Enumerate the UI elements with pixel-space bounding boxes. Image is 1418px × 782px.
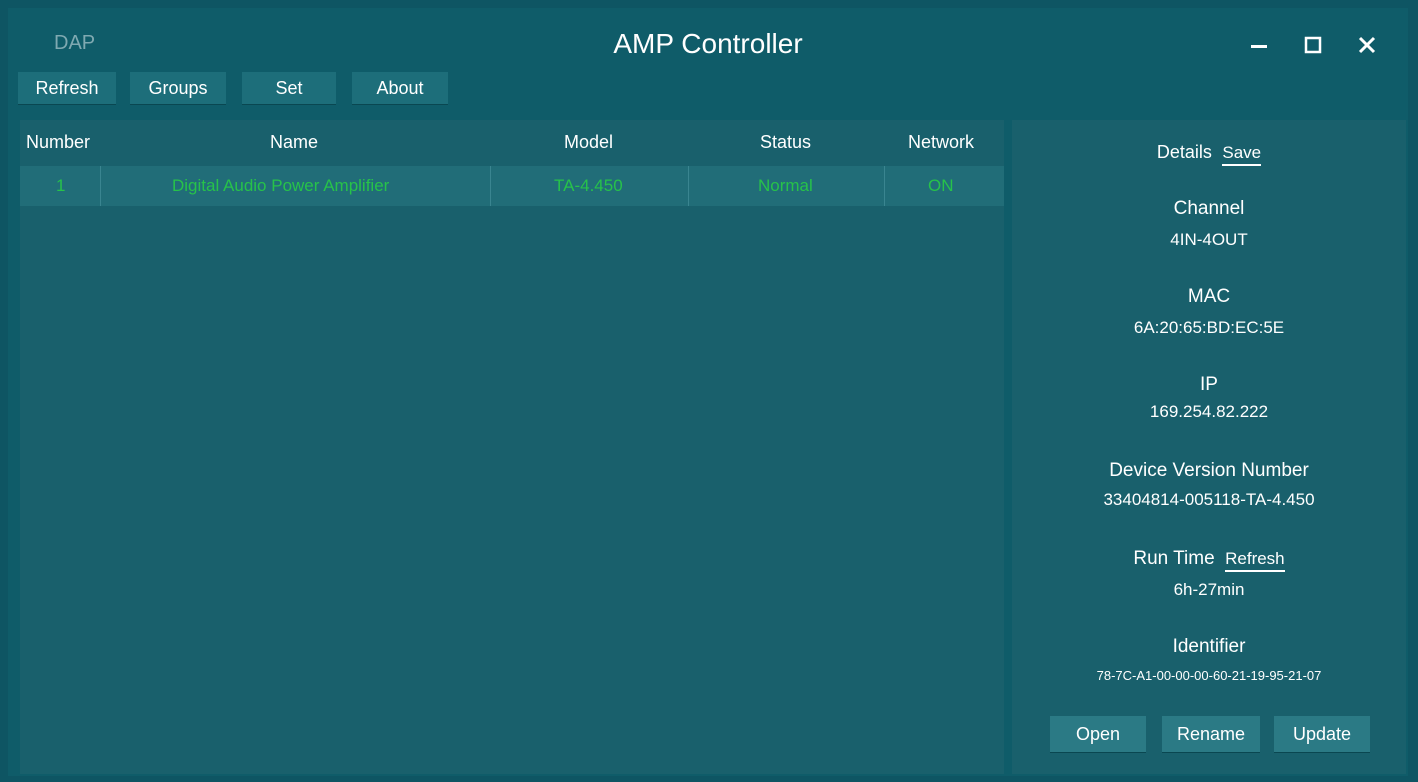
refresh-button[interactable]: Refresh	[18, 72, 116, 104]
details-panel: Details Save Channel 4IN-4OUT MAC 6A:20:…	[1012, 120, 1406, 774]
runtime-refresh-button[interactable]: Refresh	[1225, 549, 1285, 572]
version-value: 33404814-005118-TA-4.450	[1103, 490, 1315, 509]
ip-label: IP	[1200, 374, 1218, 395]
runtime-header: Run Time Refresh	[1012, 548, 1406, 572]
save-button[interactable]: Save	[1222, 143, 1262, 166]
cell-name: Digital Audio Power Amplifier	[172, 176, 390, 195]
window-title: AMP Controller	[613, 28, 803, 59]
maximize-icon	[1304, 36, 1322, 54]
column-divider	[490, 166, 491, 206]
runtime-value: 6h-27min	[1173, 580, 1245, 599]
channel-value: 4IN-4OUT	[1170, 230, 1248, 249]
column-divider	[100, 166, 101, 206]
version-label: Device Version Number	[1109, 460, 1309, 481]
toolbar: Refresh Groups Set About	[18, 72, 448, 104]
details-title: Details	[1156, 142, 1212, 162]
column-header-network[interactable]: Network	[908, 132, 974, 153]
identifier-value: 78-7C-A1-00-00-00-60-21-19-95-21-07	[1096, 668, 1322, 683]
close-button[interactable]	[1352, 28, 1382, 62]
column-divider	[884, 166, 885, 206]
rename-button[interactable]: Rename	[1162, 716, 1260, 752]
device-table: Number Name Model Status Network 1 Digit…	[20, 120, 1004, 774]
minimize-icon	[1251, 45, 1267, 48]
set-button[interactable]: Set	[242, 72, 336, 104]
open-button[interactable]: Open	[1050, 716, 1146, 752]
column-divider	[688, 166, 689, 206]
details-header: Details Save	[1012, 142, 1406, 166]
column-header-model[interactable]: Model	[564, 132, 613, 153]
column-header-name[interactable]: Name	[270, 132, 318, 153]
cell-number: 1	[56, 176, 66, 195]
channel-label: Channel	[1173, 198, 1245, 219]
update-button[interactable]: Update	[1274, 716, 1370, 752]
column-header-status[interactable]: Status	[760, 132, 811, 153]
maximize-button[interactable]	[1298, 28, 1328, 62]
column-header-number[interactable]: Number	[26, 132, 90, 153]
groups-button[interactable]: Groups	[130, 72, 226, 104]
runtime-label: Run Time	[1133, 548, 1215, 569]
window-controls	[1244, 28, 1382, 62]
about-button[interactable]: About	[352, 72, 448, 104]
mac-label: MAC	[1187, 286, 1231, 307]
table-header: Number Name Model Status Network	[20, 120, 1004, 164]
close-icon	[1358, 36, 1376, 54]
minimize-button[interactable]	[1244, 28, 1274, 62]
cell-model: TA-4.450	[554, 176, 623, 195]
cell-network: ON	[928, 176, 954, 195]
table-row[interactable]: 1 Digital Audio Power Amplifier TA-4.450…	[20, 166, 1004, 206]
identifier-label: Identifier	[1172, 636, 1246, 657]
mac-value: 6A:20:65:BD:EC:5E	[1133, 318, 1285, 337]
ip-value: 169.254.82.222	[1149, 402, 1269, 421]
cell-status: Normal	[758, 176, 813, 195]
